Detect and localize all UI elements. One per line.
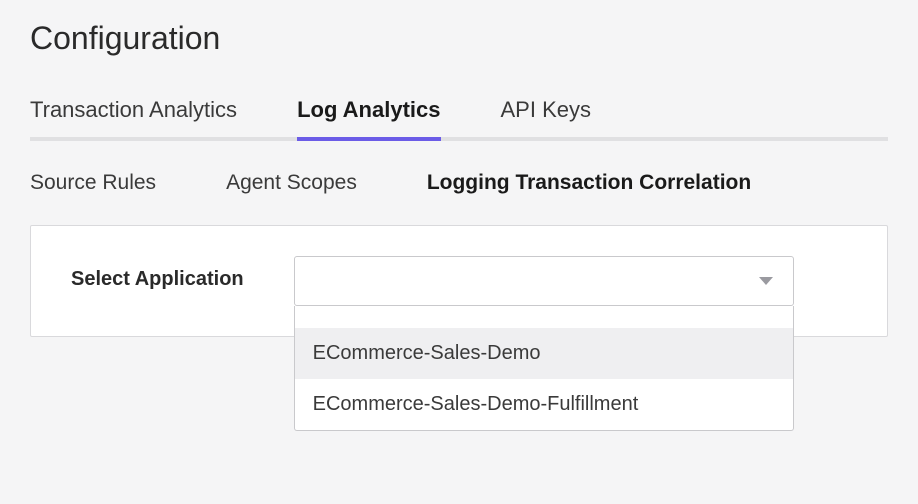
subtab-source-rules[interactable]: Source Rules bbox=[30, 171, 156, 195]
configuration-panel: Select Application ECommerce-Sales-Demo … bbox=[30, 225, 888, 337]
select-application-input[interactable] bbox=[294, 256, 794, 306]
subtab-agent-scopes[interactable]: Agent Scopes bbox=[226, 171, 357, 195]
tab-api-keys[interactable]: API Keys bbox=[501, 97, 591, 137]
primary-tabs: Transaction Analytics Log Analytics API … bbox=[30, 97, 888, 141]
dropdown-spacer bbox=[295, 306, 793, 328]
tab-transaction-analytics[interactable]: Transaction Analytics bbox=[30, 97, 237, 137]
page-title: Configuration bbox=[30, 20, 888, 57]
select-application-dropdown: ECommerce-Sales-Demo ECommerce-Sales-Dem… bbox=[294, 306, 794, 431]
subtab-logging-transaction-correlation[interactable]: Logging Transaction Correlation bbox=[427, 171, 751, 195]
dropdown-option-ecommerce-sales-demo[interactable]: ECommerce-Sales-Demo bbox=[295, 328, 793, 379]
caret-down-icon bbox=[759, 277, 773, 285]
secondary-tabs: Source Rules Agent Scopes Logging Transa… bbox=[30, 171, 888, 195]
dropdown-option-ecommerce-sales-demo-fulfillment[interactable]: ECommerce-Sales-Demo-Fulfillment bbox=[295, 379, 793, 430]
select-application-wrapper: ECommerce-Sales-Demo ECommerce-Sales-Dem… bbox=[294, 256, 794, 306]
select-application-label: Select Application bbox=[71, 256, 244, 291]
tab-log-analytics[interactable]: Log Analytics bbox=[297, 97, 440, 137]
